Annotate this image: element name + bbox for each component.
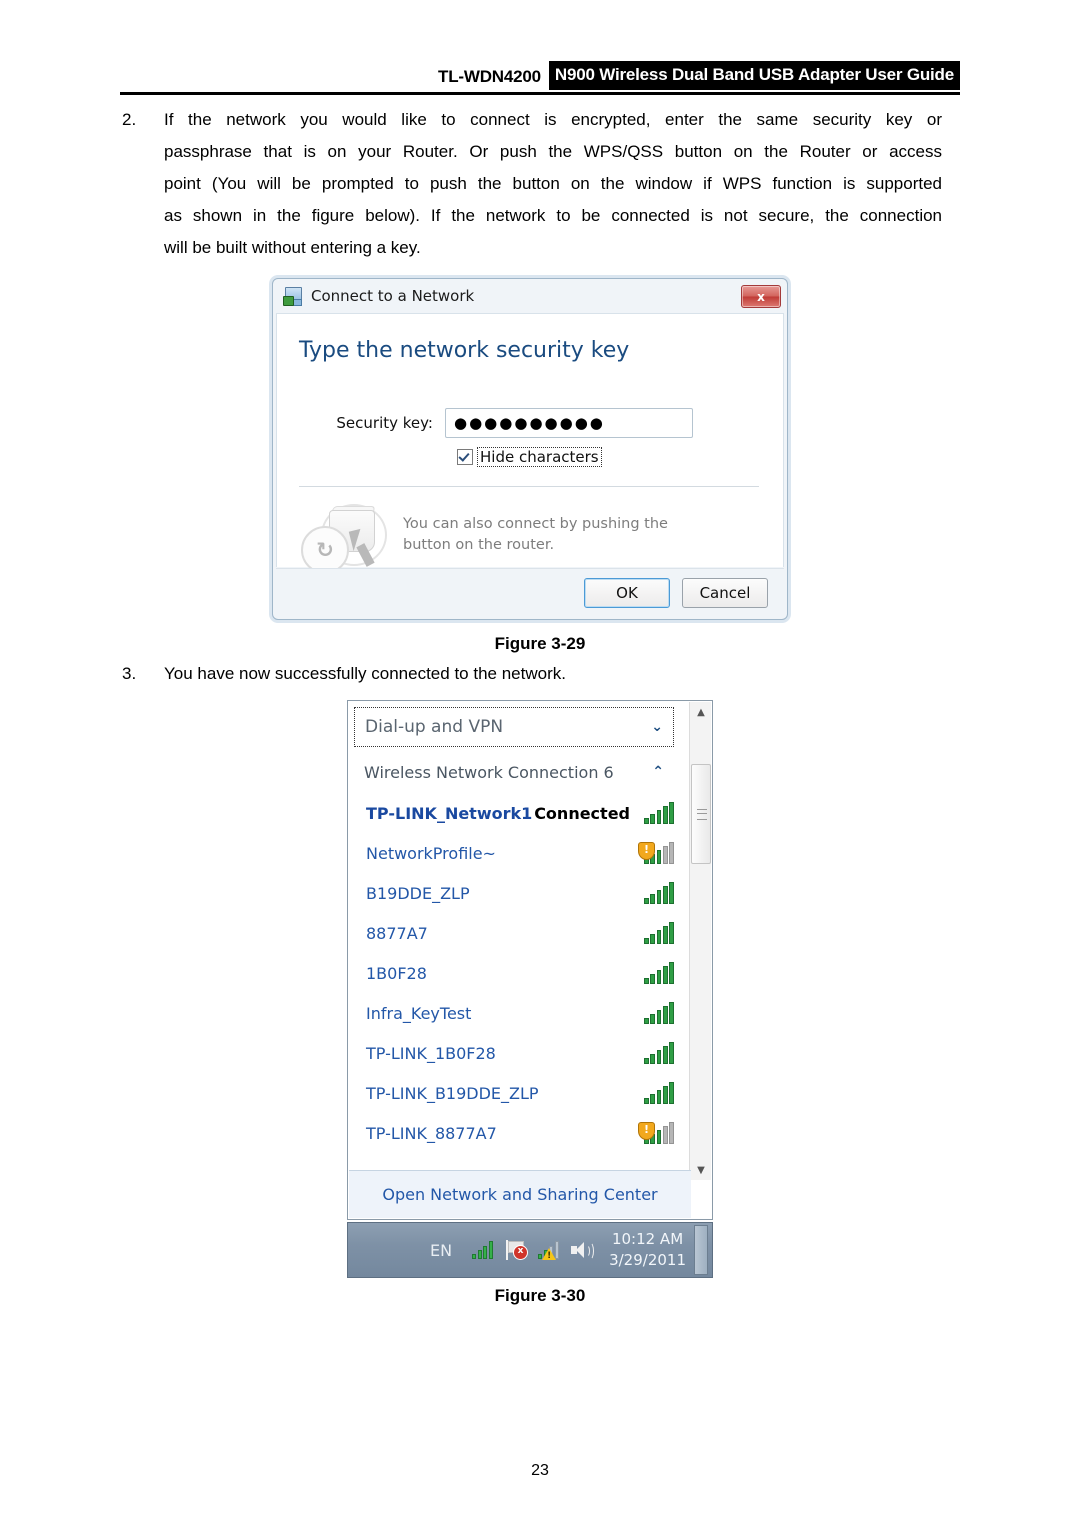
security-key-row: Security key: ●●●●●●●●●● (277, 408, 783, 438)
signal-strength-icon (644, 802, 674, 824)
network-list-item[interactable]: TP-LINK_8877A7! (354, 1113, 678, 1153)
network-name: TP-LINK_8877A7 (366, 1123, 497, 1143)
step-3-number: 3. (122, 664, 137, 683)
network-name: TP-LINK_B19DDE_ZLP (366, 1083, 539, 1103)
scroll-up-icon[interactable]: ▲ (690, 702, 712, 722)
header-rule (120, 92, 960, 95)
signal-strength-icon (644, 1002, 674, 1024)
hide-characters-row[interactable]: Hide characters (457, 447, 602, 467)
network-list-item[interactable]: TP-LINK_B19DDE_ZLP (354, 1073, 678, 1113)
open-network-and-sharing-center-label: Open Network and Sharing Center (382, 1185, 658, 1204)
network-name: 8877A7 (366, 923, 428, 943)
step-2: 2. If the network you would like to conn… (122, 104, 942, 264)
ok-button[interactable]: OK (584, 577, 670, 608)
header-model: TL-WDN4200 (438, 67, 541, 86)
network-list-item[interactable]: Infra_KeyTest (354, 993, 678, 1033)
network-name: TP-LINK_1B0F28 (366, 1043, 496, 1063)
wireless-network-connection-label: Wireless Network Connection 6 (364, 762, 614, 782)
step-2-line-4: as shown in the figure below). If the ne… (164, 206, 942, 225)
network-list: TP-LINK_Network1 Connected NetworkProfile~… (354, 793, 678, 1153)
network-name: 1B0F28 (366, 963, 427, 983)
security-shield-icon: ! (638, 842, 655, 860)
wps-hint-line-2: button on the router. (403, 537, 555, 553)
volume-icon[interactable] (571, 1241, 595, 1260)
wps-router-push-button-icon: ↻ (299, 504, 403, 576)
page-header: TL-WDN4200 N900 Wireless Dual Band USB A… (120, 60, 960, 95)
figure-29-caption: Figure 3-29 (494, 634, 586, 653)
wps-badge-glyph: ↻ (301, 526, 349, 574)
network-list-item[interactable]: NetworkProfile~! (354, 833, 678, 873)
page-number: 23 (531, 1462, 549, 1479)
signal-strength-icon: ! (638, 1122, 674, 1144)
step-2-line-1: If the network you would like to connect… (164, 110, 942, 129)
network-list-item[interactable]: TP-LINK_1B0F28 (354, 1033, 678, 1073)
divider (299, 486, 759, 487)
step-2-line-2: passphrase that is on your Router. Or pu… (164, 142, 942, 161)
network-name: TP-LINK_Network1 (366, 803, 533, 823)
network-warning-icon[interactable] (538, 1241, 560, 1261)
step-3-text: You have now successfully connected to t… (164, 664, 566, 683)
wps-hint-block: ↻ You can also connect by pushing the bu… (299, 504, 668, 576)
network-name: Infra_KeyTest (366, 1003, 472, 1023)
signal-strength-icon (644, 962, 674, 984)
dialog-footer: OK Cancel (276, 568, 784, 616)
network-list-item[interactable]: TP-LINK_Network1 Connected (354, 793, 678, 833)
network-flyout: Dial-up and VPN ⌄ Wireless Network Conne… (347, 700, 713, 1280)
wps-hint-text: You can also connect by pushing the butt… (403, 504, 668, 556)
network-list-item[interactable]: 1B0F28 (354, 953, 678, 993)
hide-characters-label: Hide characters (477, 447, 602, 467)
network-name: B19DDE_ZLP (366, 883, 470, 903)
security-key-input[interactable]: ●●●●●●●●●● (445, 408, 693, 438)
language-indicator[interactable]: EN (430, 1241, 452, 1260)
clock-date: 3/29/2011 (609, 1251, 686, 1269)
network-connect-icon (283, 287, 303, 306)
scrollbar-thumb[interactable] (691, 764, 711, 864)
network-status: Connected (534, 803, 630, 823)
clock-time: 10:12 AM (611, 1230, 684, 1248)
security-shield-icon: ! (638, 1122, 655, 1140)
open-network-and-sharing-center-link[interactable]: Open Network and Sharing Center (349, 1170, 691, 1218)
dialog-heading: Type the network security key (299, 338, 630, 363)
signal-strength-icon[interactable] (472, 1241, 494, 1259)
hide-characters-checkbox[interactable] (457, 449, 473, 465)
vertical-scrollbar[interactable]: ▲ ▼ (689, 702, 711, 1180)
dialup-and-vpn-label: Dial-up and VPN (365, 717, 504, 737)
signal-strength-icon (644, 1042, 674, 1064)
network-name: NetworkProfile~ (366, 843, 496, 863)
signal-strength-icon (644, 882, 674, 904)
cancel-button[interactable]: Cancel (682, 577, 768, 608)
network-list-item[interactable]: 8877A7 (354, 913, 678, 953)
scroll-down-icon[interactable]: ▼ (690, 1160, 712, 1180)
step-2-number: 2. (122, 110, 137, 129)
connect-to-network-dialog: Connect to a Network x Type the network … (272, 278, 788, 620)
header-title: N900 Wireless Dual Band USB Adapter User… (548, 61, 960, 90)
step-2-line-5: will be built without entering a key. (164, 238, 421, 257)
signal-strength-icon (644, 1082, 674, 1104)
close-icon[interactable]: x (741, 285, 781, 308)
scrollbar-grip-icon (697, 809, 707, 820)
clock[interactable]: 10:12 AM 3/29/2011 (609, 1229, 686, 1271)
step-2-line-3: point (You will be prompted to push the … (164, 174, 942, 193)
tray-icons: x (472, 1240, 595, 1261)
dialog-titlebar: Connect to a Network x (273, 279, 787, 313)
action-center-flag-icon[interactable]: x (505, 1240, 529, 1260)
security-key-label: Security key: (336, 414, 433, 432)
dialog-title: Connect to a Network (311, 287, 475, 305)
wps-hint-line-1: You can also connect by pushing the (403, 516, 668, 532)
network-panel: Dial-up and VPN ⌄ Wireless Network Conne… (347, 700, 713, 1220)
signal-strength-icon (644, 922, 674, 944)
chevron-up-icon[interactable]: ⌃ (652, 764, 664, 780)
step-2-body: If the network you would like to connect… (164, 104, 942, 264)
show-desktop-button[interactable] (694, 1225, 708, 1275)
signal-strength-icon: ! (638, 842, 674, 864)
step-3: 3. You have now successfully connected t… (122, 658, 942, 690)
network-list-item[interactable]: B19DDE_ZLP (354, 873, 678, 913)
wireless-network-connection-row[interactable]: Wireless Network Connection 6 ⌃ (354, 753, 674, 791)
dialog-body: Type the network security key Security k… (276, 313, 784, 574)
figure-30-caption: Figure 3-30 (494, 1286, 586, 1305)
taskbar-tray: EN x 10:12 AM 3/29/2011 (347, 1222, 713, 1278)
dialup-and-vpn-row[interactable]: Dial-up and VPN ⌄ (354, 707, 674, 747)
chevron-down-icon[interactable]: ⌄ (651, 719, 663, 735)
